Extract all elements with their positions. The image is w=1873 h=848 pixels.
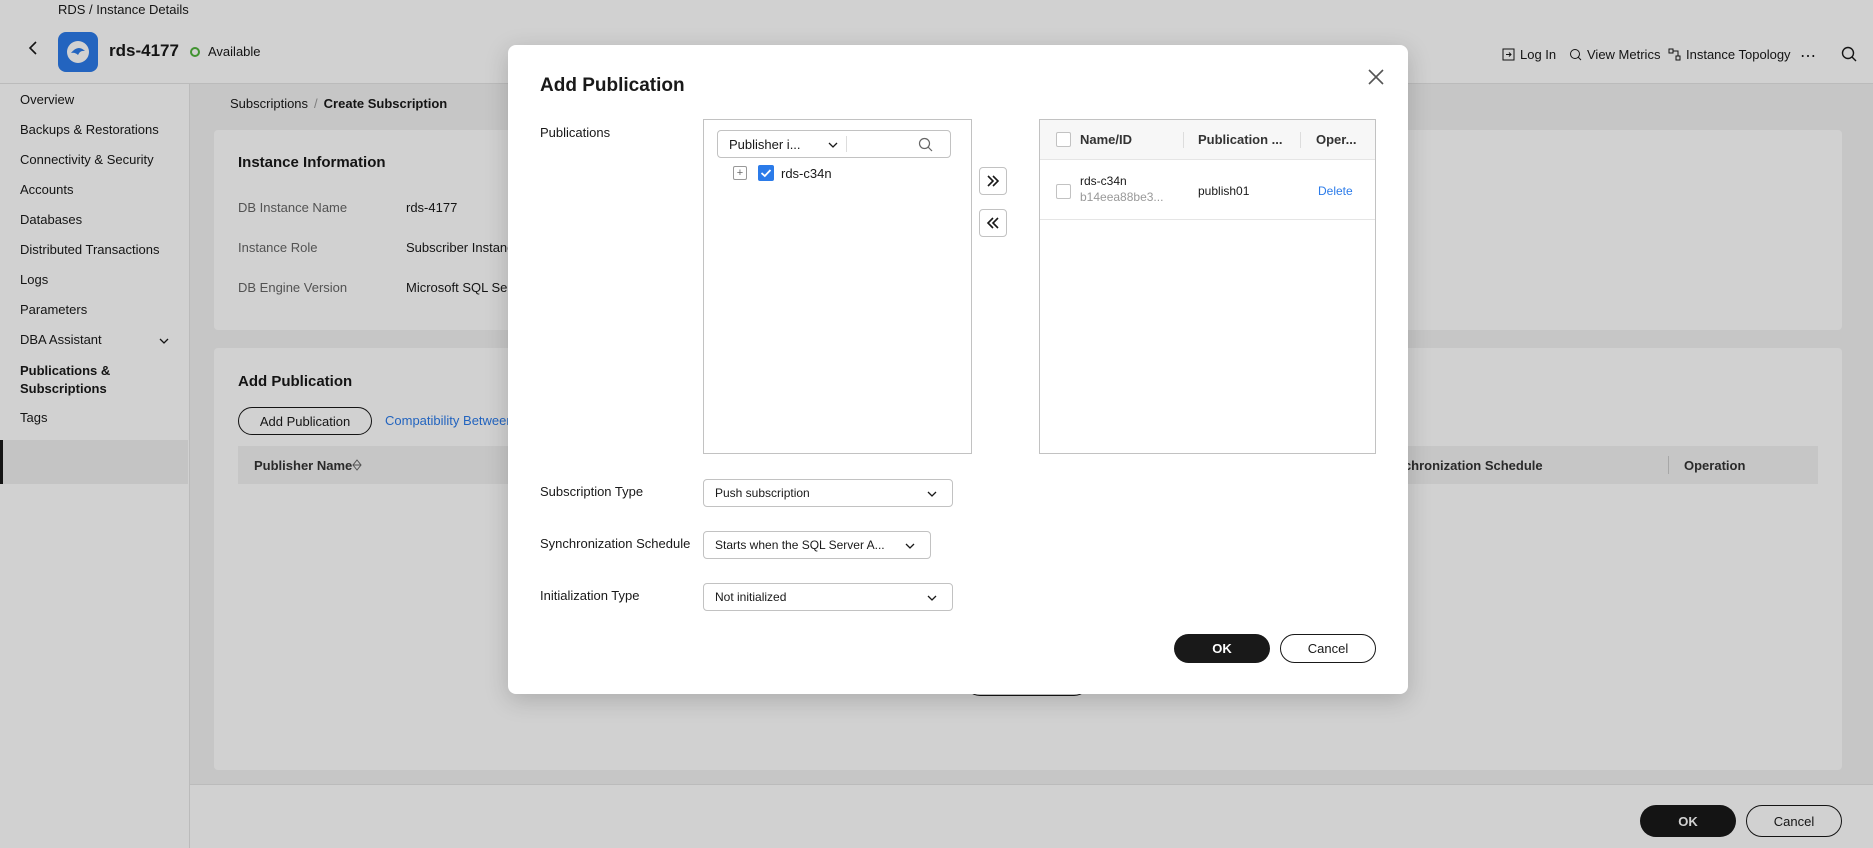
sync-schedule-label: Synchronization Schedule <box>540 536 691 551</box>
cancel-button[interactable]: Cancel <box>1280 634 1376 663</box>
move-right-button[interactable] <box>979 167 1007 195</box>
th-operation: Oper... <box>1316 132 1357 147</box>
init-type-select[interactable]: Not initialized <box>703 583 953 611</box>
ok-button[interactable]: OK <box>1174 634 1270 663</box>
close-icon[interactable] <box>1366 67 1386 87</box>
publications-label: Publications <box>540 125 611 140</box>
row-name: rds-c34n <box>1080 174 1127 188</box>
move-left-button[interactable] <box>979 209 1007 237</box>
row-publication: publish01 <box>1198 184 1250 198</box>
th-publication: Publication ... <box>1198 132 1283 147</box>
double-chevron-right-icon <box>987 175 1000 187</box>
subscription-type-value: Push subscription <box>715 486 810 500</box>
table-row: rds-c34n b14eea88be3... publish01 Delete <box>1040 160 1375 220</box>
chevron-down-icon <box>927 595 937 601</box>
row-checkbox[interactable] <box>1056 184 1071 199</box>
double-chevron-left-icon <box>986 217 999 229</box>
search-icon[interactable] <box>918 137 933 152</box>
sync-schedule-value: Starts when the SQL Server A... <box>715 538 885 552</box>
th-separator <box>1183 132 1184 148</box>
select-all-checkbox[interactable] <box>1056 132 1071 147</box>
th-name-id: Name/ID <box>1080 132 1133 147</box>
selected-publications-panel: Name/ID Publication ... Oper... rds-c34n… <box>1039 119 1376 454</box>
tree-checkbox-checked[interactable] <box>758 165 774 181</box>
init-type-value: Not initialized <box>715 590 787 604</box>
th-separator <box>1300 132 1301 148</box>
filter-divider <box>846 136 847 152</box>
selected-table-header: Name/ID Publication ... Oper... <box>1040 120 1375 160</box>
row-id: b14eea88be3... <box>1080 190 1164 204</box>
chevron-down-icon <box>927 491 937 497</box>
check-icon <box>760 169 772 178</box>
chevron-down-icon <box>905 543 915 549</box>
subscription-type-select[interactable]: Push subscription <box>703 479 953 507</box>
subscription-type-label: Subscription Type <box>540 484 644 499</box>
sync-schedule-select[interactable]: Starts when the SQL Server A... <box>703 531 931 559</box>
init-type-label: Initialization Type <box>540 588 640 603</box>
dialog-title: Add Publication <box>540 75 685 96</box>
publisher-filter-value: Publisher i... <box>729 137 801 152</box>
delete-link[interactable]: Delete <box>1318 184 1353 198</box>
add-publication-dialog: Add Publication Publications Publisher i… <box>508 45 1408 694</box>
publisher-filter[interactable]: Publisher i... <box>717 130 951 158</box>
available-publications-panel: Publisher i... + rds-c34n <box>703 119 972 454</box>
expand-icon[interactable]: + <box>733 166 747 180</box>
tree-item-label[interactable]: rds-c34n <box>781 166 832 181</box>
chevron-down-icon <box>828 142 838 148</box>
